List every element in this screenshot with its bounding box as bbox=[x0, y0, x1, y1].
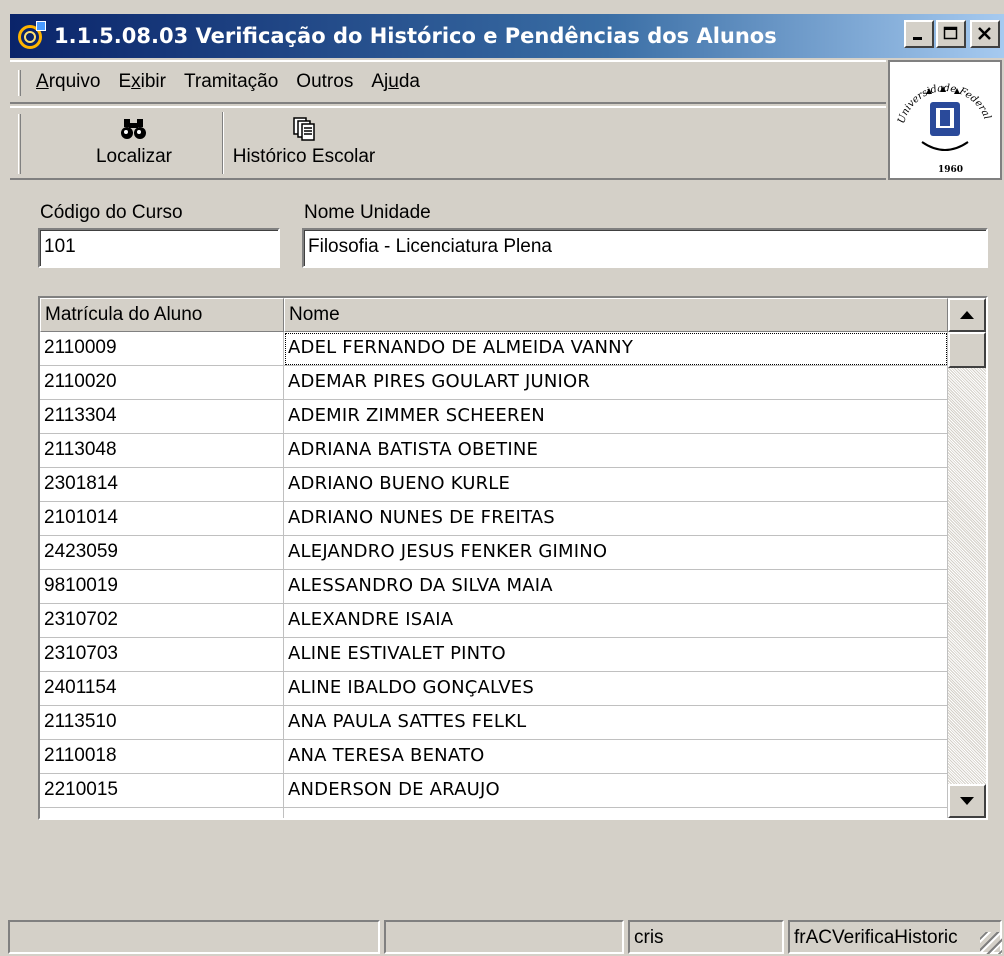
menu-bar: Arquivo Exibir Tramitação Outros Ajuda bbox=[10, 60, 886, 104]
window-title: 1.1.5.08.03 Verificação do Histórico e P… bbox=[54, 24, 777, 48]
matricula-cell[interactable]: 9810019 bbox=[40, 570, 284, 604]
table-row[interactable]: 2301814 ADRIANO BUENO KURLE bbox=[40, 468, 948, 502]
nome-cell[interactable]: ALINE ESTIVALET PINTO bbox=[284, 638, 948, 672]
nome-cell[interactable]: ADRIANA BATISTA OBETINE bbox=[284, 434, 948, 468]
matricula-cell[interactable]: 2423059 bbox=[40, 536, 284, 570]
table-row[interactable]: 2401154 ALINE IBALDO GONÇALVES bbox=[40, 672, 948, 706]
column-header-matricula[interactable]: Matrícula do Aluno bbox=[40, 298, 284, 332]
nome-cell[interactable] bbox=[284, 808, 948, 818]
status-form-name: frACVerificaHistoric bbox=[788, 920, 1002, 954]
command-area: Arquivo Exibir Tramitação Outros Ajuda L… bbox=[10, 60, 886, 180]
matricula-cell[interactable]: 2101014 bbox=[40, 502, 284, 536]
matricula-cell[interactable]: 2110009 bbox=[40, 332, 284, 366]
grid-header: Matrícula do Aluno Nome bbox=[40, 298, 948, 332]
menu-ajuda[interactable]: Ajuda bbox=[363, 71, 430, 93]
nome-cell[interactable]: ADRIANO BUENO KURLE bbox=[284, 468, 948, 502]
nome-cell[interactable]: ADEL FERNANDO DE ALMEIDA VANNY bbox=[284, 332, 948, 366]
window-controls bbox=[904, 20, 1000, 48]
nome-unidade-field[interactable]: Filosofia - Licenciatura Plena bbox=[302, 228, 988, 268]
students-grid[interactable]: Matrícula do Aluno Nome 2110009 ADEL FERN… bbox=[38, 296, 988, 820]
nome-cell[interactable]: ALINE IBALDO GONÇALVES bbox=[284, 672, 948, 706]
localizar-label: Localizar bbox=[95, 146, 173, 167]
table-row[interactable]: 2423059 ALEJANDRO JESUS FENKER GIMINO bbox=[40, 536, 948, 570]
table-row[interactable]: 2113048 ADRIANA BATISTA OBETINE bbox=[40, 434, 948, 468]
codigo-curso-field[interactable]: 101 bbox=[38, 228, 280, 268]
menu-outros[interactable]: Outros bbox=[288, 71, 363, 93]
title-bar[interactable]: 1.1.5.08.03 Verificação do Histórico e P… bbox=[10, 14, 1004, 58]
table-row[interactable]: 2113304 ADEMIR ZIMMER SCHEEREN bbox=[40, 400, 948, 434]
matricula-cell[interactable]: 2113304 bbox=[40, 400, 284, 434]
table-row[interactable]: 2310702 ALEXANDRE ISAIA bbox=[40, 604, 948, 638]
table-row[interactable]: 2110018 ANA TERESA BENATO bbox=[40, 740, 948, 774]
nome-cell[interactable]: ANA TERESA BENATO bbox=[284, 740, 948, 774]
maximize-button[interactable] bbox=[936, 20, 966, 48]
matricula-cell[interactable]: 2401154 bbox=[40, 672, 284, 706]
nome-cell[interactable]: ADRIANO NUNES DE FREITAS bbox=[284, 502, 948, 536]
nome-cell[interactable]: ALEXANDRE ISAIA bbox=[284, 604, 948, 638]
matricula-cell[interactable] bbox=[40, 808, 284, 818]
university-seal-icon: Universidade Federal de Santa Maria 1960 bbox=[884, 54, 994, 175]
arrow-up-icon bbox=[960, 311, 974, 319]
matricula-cell[interactable]: 2110018 bbox=[40, 740, 284, 774]
table-row[interactable]: 2101014 ADRIANO NUNES DE FREITAS bbox=[40, 502, 948, 536]
close-button[interactable] bbox=[970, 20, 1000, 48]
menu-arquivo[interactable]: Arquivo bbox=[22, 71, 110, 93]
table-row[interactable]: 2110020 ADEMAR PIRES GOULART JUNIOR bbox=[40, 366, 948, 400]
scroll-thumb[interactable] bbox=[948, 332, 986, 368]
ufsm-logo: Universidade Federal de Santa Maria 1960 bbox=[884, 54, 1002, 180]
historico-escolar-label: Histórico Escolar bbox=[232, 146, 376, 167]
matricula-cell[interactable]: 2113048 bbox=[40, 434, 284, 468]
table-row[interactable]: 2110009 ADEL FERNANDO DE ALMEIDA VANNY bbox=[40, 332, 948, 366]
matricula-cell[interactable]: 2310702 bbox=[40, 604, 284, 638]
nome-unidade-label: Nome Unidade bbox=[304, 202, 431, 223]
codigo-curso-label: Código do Curso bbox=[40, 202, 183, 223]
arrow-down-icon bbox=[960, 797, 974, 805]
status-panel-2 bbox=[384, 920, 624, 954]
matricula-cell[interactable]: 2310703 bbox=[40, 638, 284, 672]
menu-grip[interactable] bbox=[18, 70, 21, 96]
matricula-cell[interactable]: 2113510 bbox=[40, 706, 284, 740]
matricula-cell[interactable]: 2210015 bbox=[40, 774, 284, 808]
nome-cell[interactable]: ANA PAULA SATTES FELKL bbox=[284, 706, 948, 740]
table-row[interactable]: 2210015 ANDERSON DE ARAUJO bbox=[40, 774, 948, 808]
nome-cell[interactable]: ADEMAR PIRES GOULART JUNIOR bbox=[284, 366, 948, 400]
vertical-scrollbar[interactable] bbox=[948, 298, 986, 818]
menu-exibir[interactable]: Exibir bbox=[110, 71, 176, 93]
resize-grip-icon[interactable] bbox=[980, 932, 1002, 954]
table-row[interactable] bbox=[40, 808, 948, 818]
app-icon[interactable] bbox=[16, 21, 46, 51]
minimize-button[interactable] bbox=[904, 20, 934, 48]
table-row[interactable]: 2113510 ANA PAULA SATTES FELKL bbox=[40, 706, 948, 740]
column-header-nome[interactable]: Nome bbox=[284, 298, 948, 332]
historico-escolar-button[interactable]: Histórico Escolar bbox=[224, 108, 384, 178]
matricula-cell[interactable]: 2301814 bbox=[40, 468, 284, 502]
scroll-down-button[interactable] bbox=[948, 784, 986, 818]
nome-cell[interactable]: ALEJANDRO JESUS FENKER GIMINO bbox=[284, 536, 948, 570]
table-row[interactable]: 2310703 ALINE ESTIVALET PINTO bbox=[40, 638, 948, 672]
scroll-up-button[interactable] bbox=[948, 298, 986, 332]
status-user: cris bbox=[628, 920, 784, 954]
status-panel-1 bbox=[8, 920, 380, 954]
toolbar: Localizar Histórico Escolar bbox=[10, 106, 886, 180]
documents-icon bbox=[291, 112, 317, 146]
close-icon bbox=[978, 27, 991, 40]
maximize-icon bbox=[943, 26, 958, 40]
menu-tramitacao[interactable]: Tramitação bbox=[176, 71, 288, 93]
minimize-icon bbox=[913, 37, 922, 40]
main-window: 1.1.5.08.03 Verificação do Histórico e P… bbox=[0, 0, 1004, 956]
toolbar-grip[interactable] bbox=[18, 114, 21, 174]
matricula-cell[interactable]: 2110020 bbox=[40, 366, 284, 400]
table-row[interactable]: 9810019 ALESSANDRO DA SILVA MAIA bbox=[40, 570, 948, 604]
svg-text:1960: 1960 bbox=[938, 165, 963, 175]
nome-cell[interactable]: ALESSANDRO DA SILVA MAIA bbox=[284, 570, 948, 604]
grid-body: 2110009 ADEL FERNANDO DE ALMEIDA VANNY 211… bbox=[40, 332, 948, 818]
nome-cell[interactable]: ADEMIR ZIMMER SCHEEREN bbox=[284, 400, 948, 434]
binoculars-icon bbox=[120, 112, 148, 146]
localizar-button[interactable]: Localizar bbox=[64, 108, 204, 178]
nome-cell[interactable]: ANDERSON DE ARAUJO bbox=[284, 774, 948, 808]
